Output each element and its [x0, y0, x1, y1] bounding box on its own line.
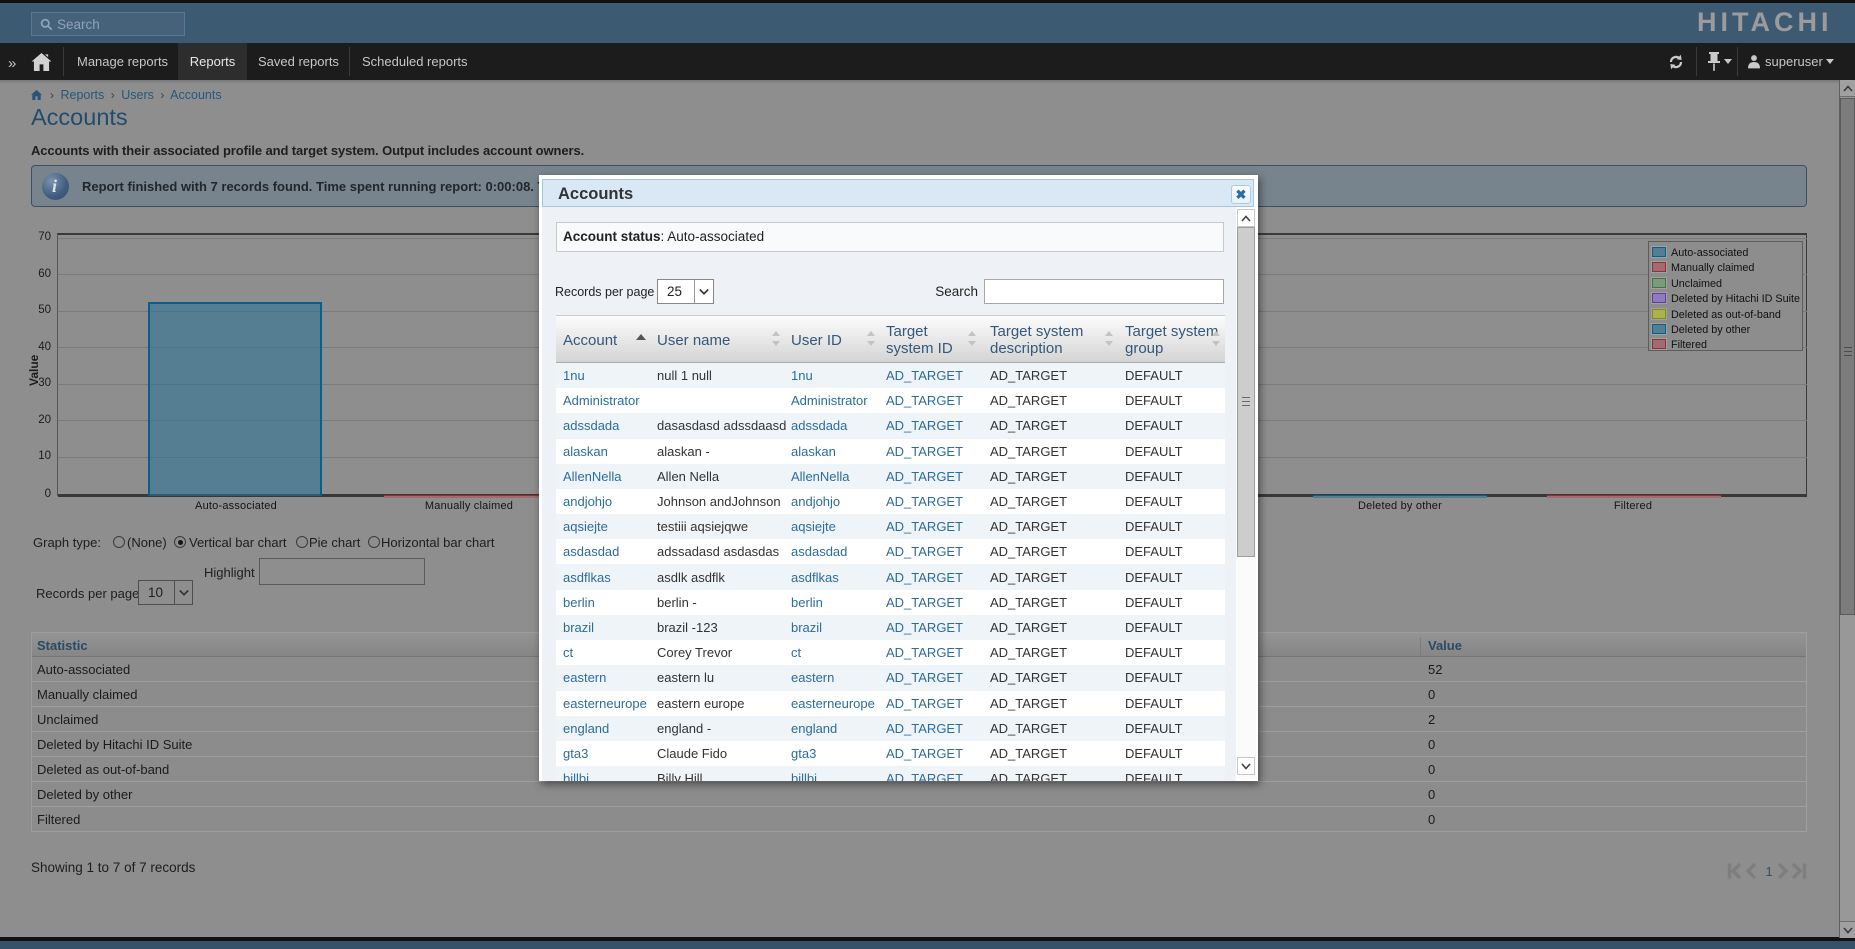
svg-text:1: 1: [1766, 864, 1773, 879]
